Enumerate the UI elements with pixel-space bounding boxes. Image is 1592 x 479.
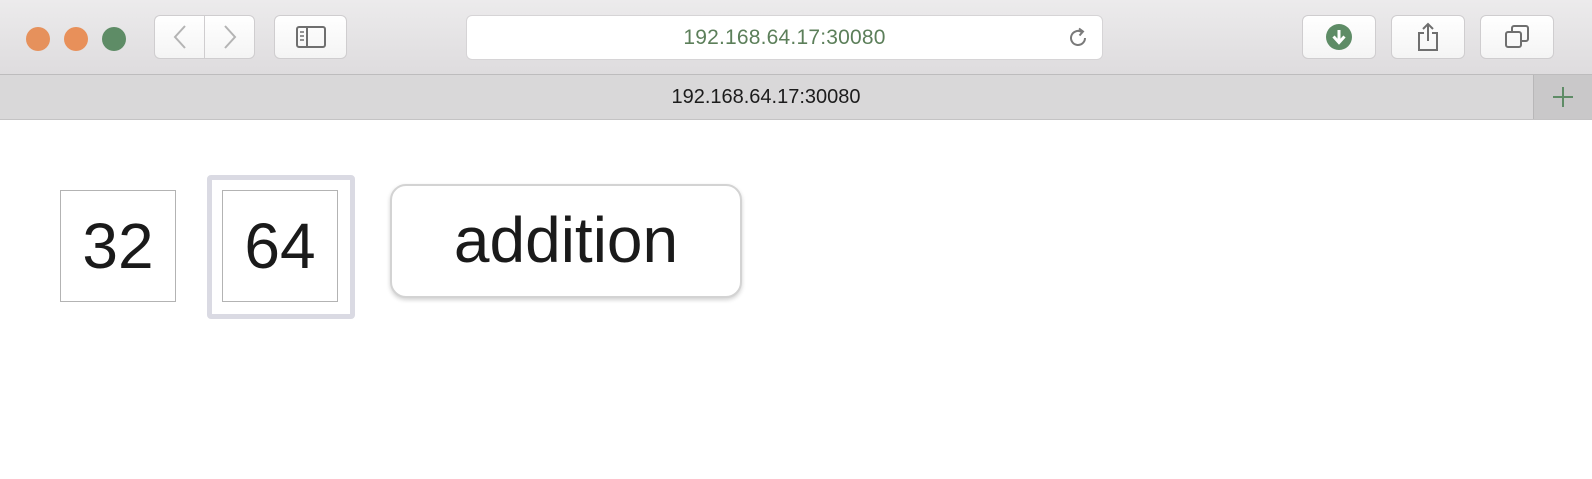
reload-icon[interactable] [1066,26,1090,50]
page-content: 32 64 addition [0,120,1592,479]
download-icon [1326,24,1352,50]
zoom-window-icon[interactable] [102,27,126,51]
address-bar[interactable]: 192.168.64.17:30080 [466,15,1103,60]
share-icon [1418,22,1438,51]
address-url[interactable]: 192.168.64.17:30080 [467,26,1102,50]
chevron-left-icon [173,25,186,49]
active-tab[interactable]: 192.168.64.17:30080 [0,86,1532,109]
tab-overview-button[interactable] [1480,15,1554,59]
sidebar-icon [295,26,326,48]
new-tab-button[interactable] [1533,75,1592,119]
forward-button[interactable] [204,15,255,59]
download-button[interactable] [1302,15,1376,59]
share-button[interactable] [1391,15,1465,59]
close-window-icon[interactable] [26,27,50,51]
tab-bar: 192.168.64.17:30080 [0,75,1592,120]
browser-toolbar: 192.168.64.17:30080 [0,0,1592,75]
browser-window: 192.168.64.17:30080 192.168.64.17:30080 … [0,0,1592,479]
plus-icon [1553,87,1573,107]
chevron-right-icon [223,25,236,49]
second-number-input[interactable]: 64 [222,190,338,302]
sidebar-button[interactable] [274,15,347,59]
addition-button[interactable]: addition [390,184,742,298]
minimize-window-icon[interactable] [64,27,88,51]
first-number-input[interactable]: 32 [60,190,176,302]
navigation-buttons [154,15,255,59]
tab-overview-icon [1505,25,1529,48]
back-button[interactable] [154,15,204,59]
